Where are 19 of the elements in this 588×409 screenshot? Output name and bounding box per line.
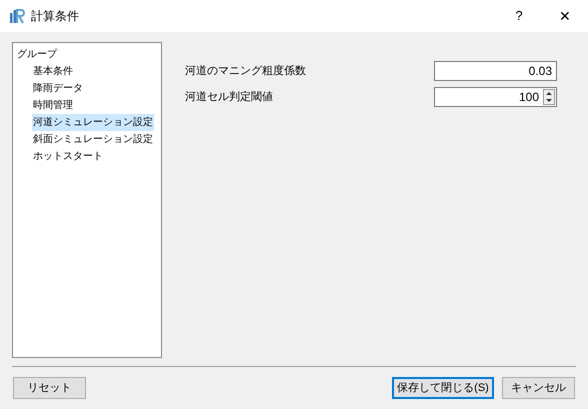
- app-logo-icon: [9, 8, 25, 24]
- field-label: 河道セル判定閾値: [185, 90, 274, 105]
- input-field[interactable]: 0.03: [434, 61, 557, 81]
- help-button[interactable]: ?: [496, 0, 542, 32]
- tree-item[interactable]: 斜面シミュレーション設定: [32, 131, 154, 148]
- tree-item[interactable]: ホットスタート: [32, 148, 104, 165]
- tree-item[interactable]: 降雨データ: [32, 80, 84, 97]
- window-title: 計算条件: [31, 8, 79, 25]
- dialog-button[interactable]: リセット: [13, 377, 86, 399]
- tree-item[interactable]: 基本条件: [32, 63, 74, 80]
- tree-item[interactable]: 河道シミュレーション設定: [32, 114, 154, 131]
- close-button[interactable]: ✕: [542, 0, 588, 32]
- dialog-button[interactable]: 保存して閉じる(S): [392, 377, 494, 399]
- tree-item[interactable]: 時間管理: [32, 97, 74, 114]
- spin-field[interactable]: 100: [434, 87, 557, 107]
- field-label: 河道のマニング粗度係数: [185, 64, 307, 79]
- spin-arrows-icon[interactable]: [543, 89, 555, 105]
- dialog-button[interactable]: キャンセル: [502, 377, 575, 399]
- tree-item[interactable]: グループ: [16, 46, 58, 63]
